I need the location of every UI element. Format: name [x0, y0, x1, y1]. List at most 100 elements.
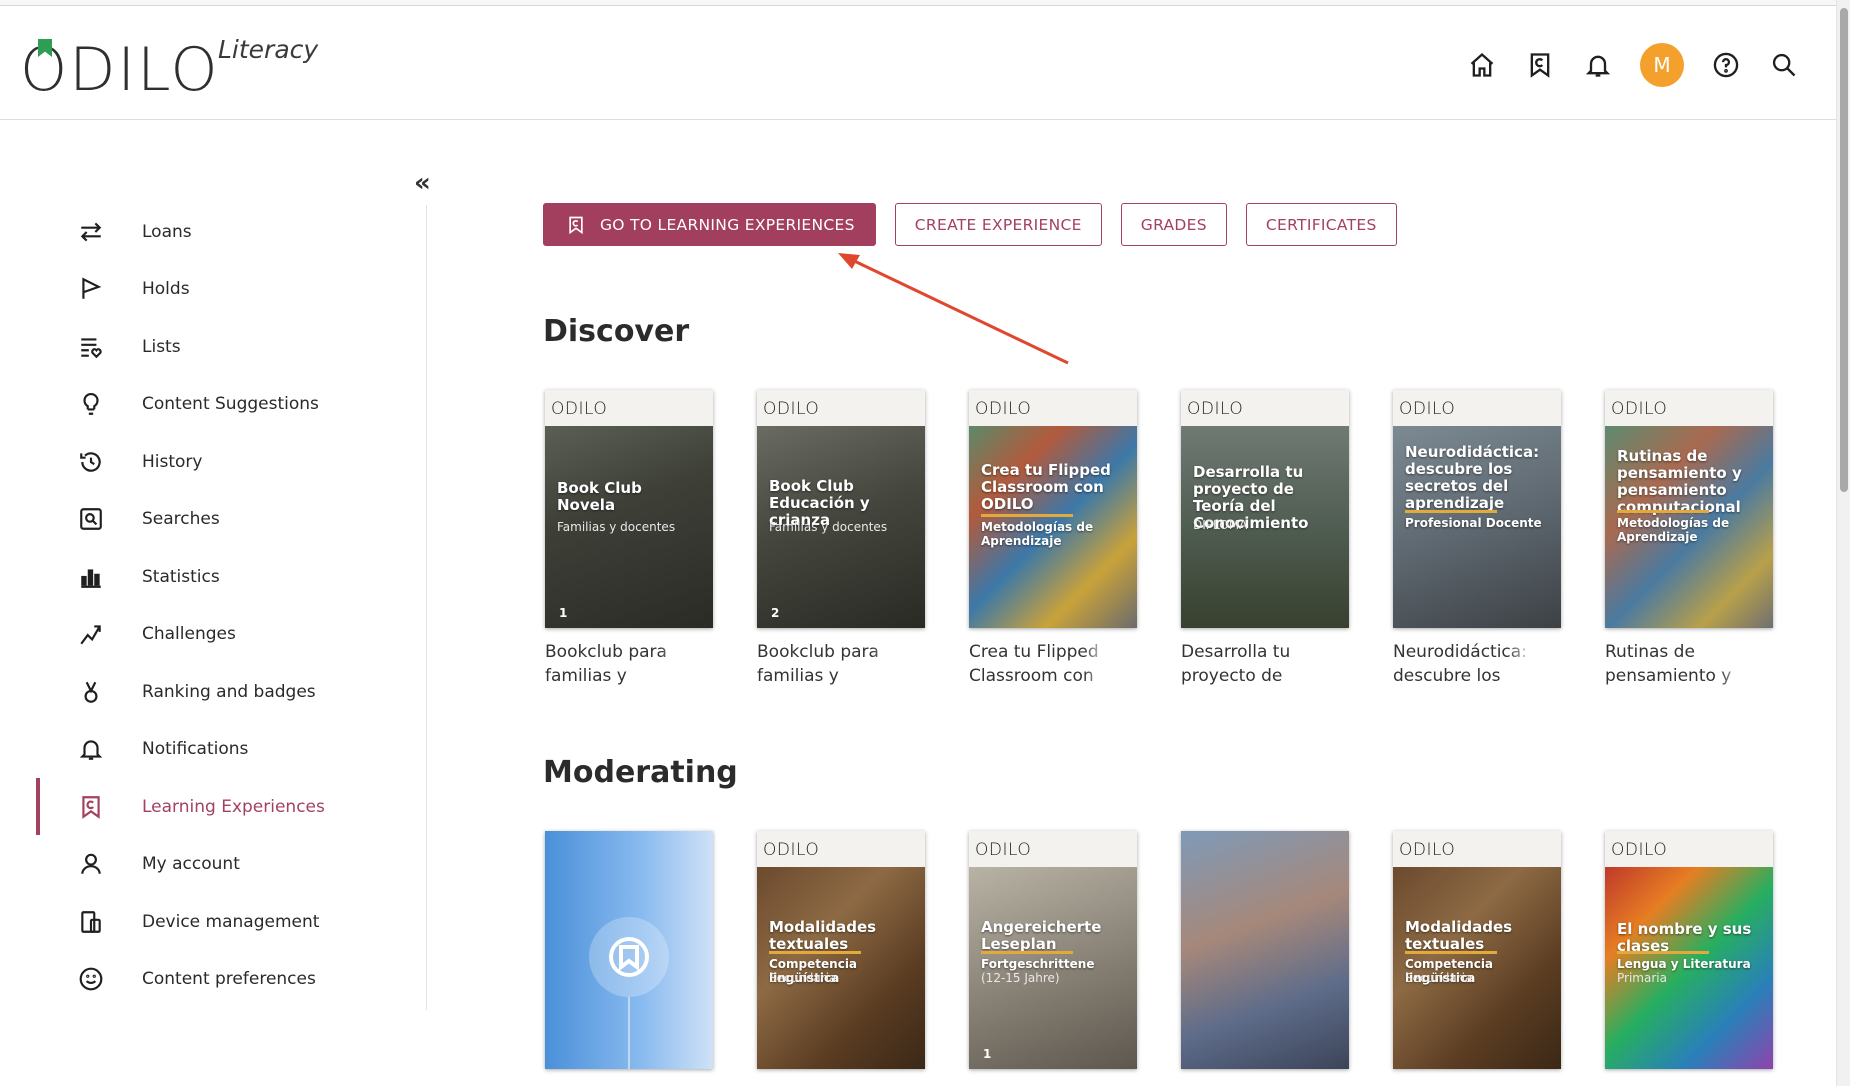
bar-chart-icon	[76, 562, 106, 592]
moderating-card[interactable]: ODILO Angereicherte Leseplan Fortgeschritt…	[969, 831, 1137, 1069]
logo-subtitle: Literacy	[218, 35, 319, 64]
saved-search-icon	[76, 504, 106, 534]
cover-accent-bar	[1617, 510, 1709, 513]
sidebar-item-loans[interactable]: Loans	[36, 203, 416, 261]
cover-image[interactable]	[545, 831, 713, 1069]
cover-header: ODILO	[545, 390, 713, 426]
cover-brand-logo: ODILO	[551, 399, 608, 419]
cover-subtitle: Familias y docentes	[557, 520, 676, 534]
cover-image[interactable]: ODILO Modalidades textuales Competencia li…	[1393, 831, 1561, 1069]
cover-brand-logo: ODILO	[1611, 399, 1668, 419]
scrollbar-thumb[interactable]	[1840, 8, 1848, 492]
card-title[interactable]: Neurodidáctica: descubre los secretos de…	[1393, 640, 1533, 688]
sidebar-nav: Loans Holds Lists Content Suggestions Hi…	[36, 203, 416, 1008]
cover-accent-bar	[1405, 951, 1497, 954]
cover-accent-bar	[981, 951, 1073, 954]
cover-image[interactable]: ODILO Neurodidáctica: descubre los secret…	[1393, 390, 1561, 628]
cover-image[interactable]: ODILO Desarrolla tu proyecto de Teoría de…	[1181, 390, 1349, 628]
sidebar-item-label: History	[142, 451, 203, 472]
cover-volume-number: 2	[771, 606, 780, 620]
sidebar-item-searches[interactable]: Searches	[36, 491, 416, 549]
header-toolbar: M	[1466, 43, 1800, 87]
card-title[interactable]: Bookclub para familias y docentes	[545, 640, 685, 688]
sidebar-item-challenges[interactable]: Challenges	[36, 606, 416, 664]
cover-header: ODILO	[757, 831, 925, 867]
cover-subtitle: Primaria	[1617, 971, 1667, 985]
card-title[interactable]: Crea tu Flipped Classroom con ODILO	[969, 640, 1109, 688]
sidebar-item-device-management[interactable]: Device management	[36, 893, 416, 951]
cover-title: Angereicherte Leseplan	[981, 918, 1102, 953]
discover-heading: Discover	[543, 314, 690, 349]
cover-image[interactable]: ODILO Angereicherte Leseplan Fortgeschritt…	[969, 831, 1137, 1069]
placeholder-logo-icon	[589, 917, 669, 997]
discover-card[interactable]: ODILO Book Club Novela Familias y docentes…	[545, 390, 713, 688]
card-title[interactable]: Bookclub para familias y docentes	[757, 640, 897, 688]
cover-subtitle: DIPLOMA	[1193, 518, 1248, 532]
sidebar-item-label: Lists	[142, 336, 181, 357]
moderating-card[interactable]: ODILO El nombre y sus clases Lengua y Lite…	[1605, 831, 1773, 1069]
sidebar-item-label: Device management	[142, 911, 320, 932]
learning-experiences-icon[interactable]	[1524, 49, 1556, 81]
search-icon[interactable]	[1768, 49, 1800, 81]
action-buttons: GO TO LEARNING EXPERIENCES CREATE EXPERI…	[543, 203, 1397, 246]
discover-card[interactable]: ODILO Desarrolla tu proyecto de Teoría de…	[1181, 390, 1349, 688]
list-heart-icon	[76, 332, 106, 362]
history-icon	[76, 447, 106, 477]
cover-volume-number: 1	[983, 1047, 992, 1061]
sidebar-item-label: Loans	[142, 221, 192, 242]
cover-title: El nombre y sus clases	[1617, 920, 1752, 955]
bell-icon[interactable]	[1582, 49, 1614, 81]
grades-button[interactable]: GRADES	[1120, 203, 1227, 246]
cover-image[interactable]	[1181, 831, 1349, 1069]
collapse-sidebar-button[interactable]: «	[414, 168, 431, 198]
annotation-arrow	[838, 253, 1069, 365]
discover-card[interactable]: ODILO Neurodidáctica: descubre los secret…	[1393, 390, 1561, 688]
sidebar-item-history[interactable]: History	[36, 433, 416, 491]
cover-image[interactable]: ODILO El nombre y sus clases Lengua y Lite…	[1605, 831, 1773, 1069]
home-icon[interactable]	[1466, 49, 1498, 81]
sidebar-item-content-suggestions[interactable]: Content Suggestions	[36, 376, 416, 434]
help-icon[interactable]	[1710, 49, 1742, 81]
sidebar-item-holds[interactable]: Holds	[36, 261, 416, 319]
moderating-card[interactable]: ODILO Modalidades textuales Competencia li…	[757, 831, 925, 1069]
sidebar-item-label: My account	[142, 854, 240, 875]
cover-title: Rutinas de pensamiento y pensamiento com…	[1617, 447, 1742, 516]
odilo-literacy-logo[interactable]: ODILO Literacy	[20, 35, 340, 105]
sidebar-item-learning-experiences[interactable]: Learning Experiences	[36, 778, 416, 836]
sidebar-item-my-account[interactable]: My account	[36, 836, 416, 894]
cover-image[interactable]: ODILO Book Club Educación y crianza Famili…	[757, 390, 925, 628]
card-title[interactable]: Rutinas de pensamiento y pensamiento com…	[1605, 640, 1745, 688]
discover-card[interactable]: ODILO Crea tu Flipped Classroom con ODILO…	[969, 390, 1137, 688]
sidebar-item-label: Content preferences	[142, 969, 316, 990]
discover-card[interactable]: ODILO Book Club Educación y crianza Famili…	[757, 390, 925, 688]
moderating-card[interactable]: ODILO Modalidades textuales Competencia li…	[1393, 831, 1561, 1069]
cover-accent-bar	[1617, 951, 1709, 954]
cover-brand-logo: ODILO	[763, 840, 820, 860]
cover-header: ODILO	[1181, 390, 1349, 426]
cover-brand-logo: ODILO	[763, 399, 820, 419]
cover-image[interactable]: ODILO Modalidades textuales Competencia li…	[757, 831, 925, 1069]
cover-image[interactable]: ODILO Crea tu Flipped Classroom con ODILO…	[969, 390, 1137, 628]
sidebar-item-notifications[interactable]: Notifications	[36, 721, 416, 779]
page-scrollbar[interactable]	[1836, 0, 1850, 1086]
create-experience-button[interactable]: CREATE EXPERIENCE	[894, 203, 1102, 246]
cover-header: ODILO	[1605, 390, 1773, 426]
sidebar-item-lists[interactable]: Lists	[36, 318, 416, 376]
sidebar-item-ranking-and-badges[interactable]: Ranking and badges	[36, 663, 416, 721]
cover-image[interactable]: ODILO Rutinas de pensamiento y pensamient…	[1605, 390, 1773, 628]
avatar[interactable]: M	[1640, 43, 1684, 87]
bell-icon	[76, 734, 106, 764]
sidebar-item-statistics[interactable]: Statistics	[36, 548, 416, 606]
sidebar-item-content-preferences[interactable]: Content preferences	[36, 951, 416, 1009]
certificates-button[interactable]: CERTIFICATES	[1245, 203, 1397, 246]
sidebar-item-label: Content Suggestions	[142, 394, 319, 415]
sidebar-divider	[426, 205, 427, 1010]
card-title[interactable]: Desarrolla tu proyecto de Teoría del Con…	[1181, 640, 1321, 688]
moderating-card[interactable]	[545, 831, 713, 1069]
cover-brand-logo: ODILO	[1399, 399, 1456, 419]
cover-title: Neurodidáctica: descubre los secretos de…	[1405, 443, 1540, 512]
discover-card[interactable]: ODILO Rutinas de pensamiento y pensamient…	[1605, 390, 1773, 688]
cover-image[interactable]: ODILO Book Club Novela Familias y docentes…	[545, 390, 713, 628]
moderating-card[interactable]	[1181, 831, 1349, 1069]
go-to-learning-experiences-button[interactable]: GO TO LEARNING EXPERIENCES	[543, 203, 876, 246]
